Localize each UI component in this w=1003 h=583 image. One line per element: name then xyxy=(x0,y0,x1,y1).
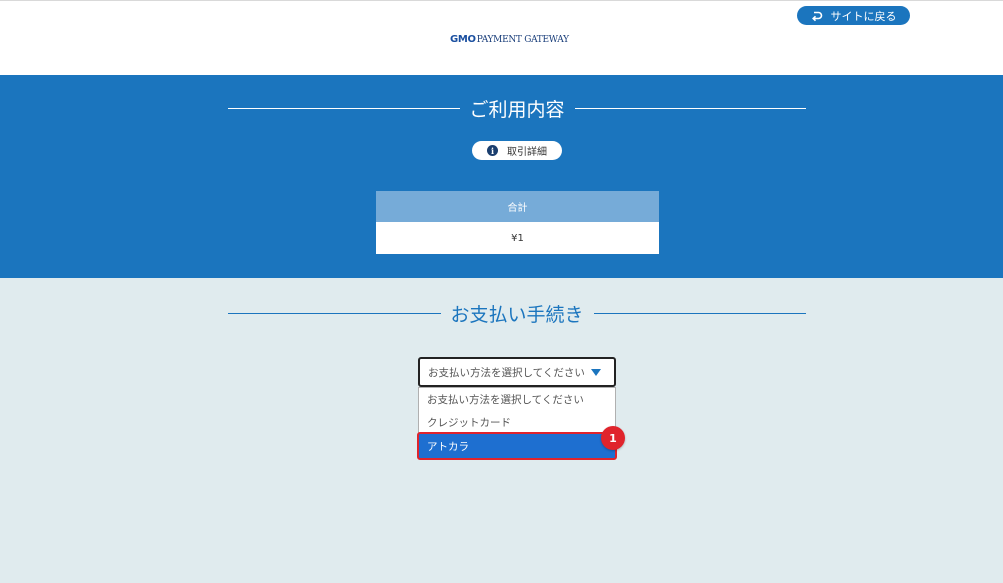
title-divider-left xyxy=(228,107,460,109)
step-number-badge: 1 xyxy=(601,426,625,450)
usage-section-title: ご利用内容 xyxy=(469,98,565,121)
total-header: 合計 xyxy=(376,191,659,222)
total-amount: ¥1 xyxy=(376,222,659,254)
dropdown-option-credit-card[interactable]: クレジットカード xyxy=(419,411,615,434)
dropdown-option-atokara[interactable]: アトカラ xyxy=(417,432,617,460)
triangle-down-icon xyxy=(590,368,601,376)
transaction-detail-button[interactable]: i 取引詳細 xyxy=(472,141,562,160)
title-divider-right xyxy=(574,107,807,109)
transaction-detail-label: 取引詳細 xyxy=(507,147,547,158)
title-divider-left xyxy=(228,312,441,314)
info-icon: i xyxy=(487,145,498,156)
total-summary: 合計 ¥1 xyxy=(376,191,659,254)
site-header: GMO PAYMENT GATEWAY サイトに戻る xyxy=(0,0,1003,75)
payment-method-select-value: お支払い方法を選択してください xyxy=(428,366,585,379)
back-to-site-button[interactable]: サイトに戻る xyxy=(797,6,910,25)
dropdown-option-placeholder[interactable]: お支払い方法を選択してください xyxy=(419,388,615,411)
logo-payment-gateway-text: PAYMENT GATEWAY xyxy=(476,35,569,45)
payment-page: GMO PAYMENT GATEWAY サイトに戻る ご利用内容 i 取引詳細 … xyxy=(0,0,1003,583)
return-arrow-icon xyxy=(811,10,823,22)
payment-section-title: お支払い手続き xyxy=(450,303,584,326)
payment-title-row: お支払い手続き xyxy=(228,298,807,328)
payment-method-select[interactable]: お支払い方法を選択してください xyxy=(418,357,616,387)
payment-method-dropdown: お支払い方法を選択してください クレジットカード アトカラ xyxy=(417,387,617,460)
gmo-payment-gateway-logo: GMO PAYMENT GATEWAY xyxy=(450,34,569,45)
logo-gmo-text: GMO xyxy=(450,34,476,45)
back-button-label: サイトに戻る xyxy=(830,9,897,23)
usage-section: ご利用内容 i 取引詳細 合計 ¥1 xyxy=(0,75,1003,278)
title-divider-right xyxy=(593,312,807,314)
usage-title-row: ご利用内容 xyxy=(228,93,807,123)
